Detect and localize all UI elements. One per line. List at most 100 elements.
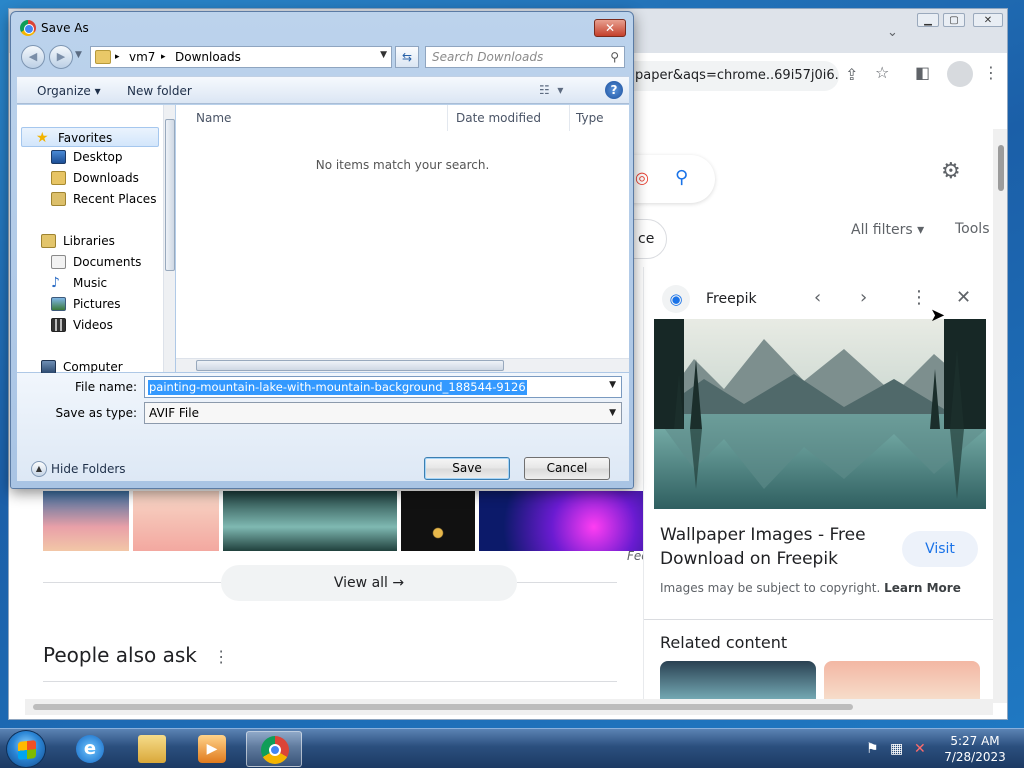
change-view-icon[interactable]: ☷ ▾	[539, 83, 563, 97]
nav-pane-scrollbar[interactable]	[163, 105, 175, 372]
scroll-thumb[interactable]	[165, 119, 175, 271]
result-image[interactable]	[223, 491, 397, 551]
mouse-cursor-icon: ➤	[930, 305, 946, 326]
nav-label: Desktop	[73, 150, 123, 164]
menu-kebab-icon[interactable]: ⋮	[983, 63, 999, 82]
crumb-vm7[interactable]: vm7	[129, 50, 155, 64]
chevron-left-icon[interactable]: ‹	[814, 287, 821, 308]
profile-avatar[interactable]	[947, 61, 973, 87]
visit-button[interactable]: Visit	[902, 531, 978, 567]
nav-downloads[interactable]: Downloads	[17, 168, 157, 188]
refresh-button[interactable]: ⇆	[395, 46, 419, 68]
learn-more-link[interactable]: Learn More	[884, 581, 961, 595]
bookmark-star-icon[interactable]: ☆	[875, 63, 889, 82]
nav-pictures[interactable]: Pictures	[17, 294, 157, 314]
file-pane-scrollbar[interactable]	[176, 358, 629, 372]
save-type-value: AVIF File	[149, 406, 199, 420]
side-panel-icon[interactable]: ◧	[915, 63, 930, 82]
vertical-scrollbar[interactable]	[993, 129, 1007, 703]
taskbar-chrome[interactable]	[246, 731, 302, 767]
url-text: paper&aqs=chrome..69i57j0i6...	[635, 68, 839, 83]
chevron-right-icon[interactable]: ›	[860, 287, 867, 308]
taskbar-internet-explorer[interactable]: e	[62, 731, 118, 767]
column-header-date[interactable]: Date modified	[448, 105, 570, 131]
search-icon[interactable]: ⚲	[675, 167, 688, 188]
nav-videos[interactable]: Videos	[17, 315, 157, 335]
address-dropdown-icon[interactable]: ▼	[380, 50, 387, 60]
minimize-button[interactable]: ▁	[917, 13, 939, 27]
file-list-pane: Name Date modified Type No items match y…	[176, 105, 629, 372]
organize-menu[interactable]: Organize ▾	[37, 84, 101, 98]
maximize-button[interactable]: ▢	[943, 13, 965, 27]
save-button[interactable]: Save	[424, 457, 510, 480]
close-icon[interactable]: ✕	[956, 287, 971, 308]
hide-folders-label: Hide Folders	[51, 462, 126, 476]
pictures-icon	[51, 297, 66, 311]
crumb-separator: ▸	[161, 52, 166, 62]
nav-label: Computer	[63, 360, 123, 373]
tab-search-icon[interactable]: ⌄	[887, 25, 898, 40]
settings-gear-icon[interactable]: ⚙	[941, 159, 961, 184]
related-content-heading: Related content	[660, 633, 788, 652]
recent-pages-chevron-icon[interactable]: ▼	[75, 50, 82, 60]
taskbar-explorer[interactable]	[124, 731, 180, 767]
dialog-close-button[interactable]: ✕	[594, 19, 626, 37]
nav-recent-places[interactable]: Recent Places	[17, 189, 157, 209]
navigation-pane: ★ Favorites Desktop Downloads Recent Pla…	[17, 105, 175, 373]
action-center-flag-icon[interactable]: ⚑	[866, 741, 879, 757]
taskbar-media-player[interactable]: ▶	[184, 731, 240, 767]
view-all-button[interactable]: View all →	[221, 565, 517, 601]
hide-folders-toggle[interactable]: ▲ Hide Folders	[31, 461, 126, 477]
forward-button[interactable]: ▶	[49, 45, 73, 69]
nav-label: Videos	[73, 318, 113, 332]
back-button[interactable]: ◀	[21, 45, 45, 69]
column-header-name[interactable]: Name	[176, 105, 448, 131]
crumb-separator: ▸	[115, 52, 120, 62]
result-image[interactable]	[401, 491, 475, 551]
network-icon[interactable]: ▦	[890, 741, 903, 757]
file-name-dropdown-icon[interactable]: ▼	[609, 380, 616, 390]
share-icon[interactable]: ⇪	[845, 65, 858, 84]
nav-favorites[interactable]: ★ Favorites	[21, 127, 159, 147]
address-breadcrumb[interactable]: ▸ vm7 ▸ Downloads ▼	[90, 46, 392, 68]
horizontal-scrollbar[interactable]	[25, 699, 993, 715]
column-header-type[interactable]: Type	[570, 105, 629, 131]
save-options: File name: painting-mountain-lake-with-m…	[17, 373, 629, 481]
tools-button[interactable]: Tools	[955, 221, 990, 237]
start-button[interactable]	[6, 730, 46, 768]
source-name[interactable]: Freepik	[706, 291, 757, 307]
scroll-thumb[interactable]	[196, 360, 504, 371]
file-name-input[interactable]: painting-mountain-lake-with-mountain-bac…	[144, 376, 622, 398]
help-icon[interactable]: ?	[605, 81, 623, 99]
chrome-icon	[20, 20, 36, 36]
new-folder-button[interactable]: New folder	[127, 84, 192, 98]
result-image[interactable]	[43, 491, 129, 551]
cancel-button[interactable]: Cancel	[524, 457, 610, 480]
divider	[517, 582, 617, 583]
nav-desktop[interactable]: Desktop	[17, 147, 157, 167]
preview-image[interactable]	[654, 319, 986, 509]
scroll-thumb[interactable]	[33, 704, 853, 710]
lens-icon[interactable]: ◎	[635, 168, 649, 187]
crumb-downloads[interactable]: Downloads	[175, 50, 241, 64]
nav-computer[interactable]: Computer	[17, 357, 157, 373]
music-icon: ♪	[51, 275, 60, 291]
search-icon[interactable]: ⚲	[610, 47, 619, 67]
nav-label: Favorites	[58, 131, 113, 145]
nav-music[interactable]: ♪ Music	[17, 273, 157, 293]
search-downloads-input[interactable]: Search Downloads ⚲	[425, 46, 625, 68]
scroll-thumb[interactable]	[998, 145, 1004, 191]
libraries-icon	[41, 234, 56, 248]
volume-muted-icon[interactable]: ✕	[914, 741, 926, 757]
more-options-icon[interactable]: ⋮	[213, 647, 229, 666]
close-window-button[interactable]: ✕	[973, 13, 1003, 27]
nav-documents[interactable]: Documents	[17, 252, 157, 272]
result-title[interactable]: Wallpaper Images - Free Download on Free…	[660, 523, 900, 571]
more-vert-icon[interactable]: ⋮	[910, 287, 928, 308]
result-image[interactable]	[479, 491, 643, 551]
nav-libraries[interactable]: Libraries	[17, 231, 157, 251]
save-type-select[interactable]: AVIF File ▼	[144, 402, 622, 424]
result-image[interactable]	[133, 491, 219, 551]
system-clock[interactable]: 5:27 AM 7/28/2023	[930, 733, 1020, 765]
all-filters-button[interactable]: All filters ▾	[851, 222, 924, 238]
